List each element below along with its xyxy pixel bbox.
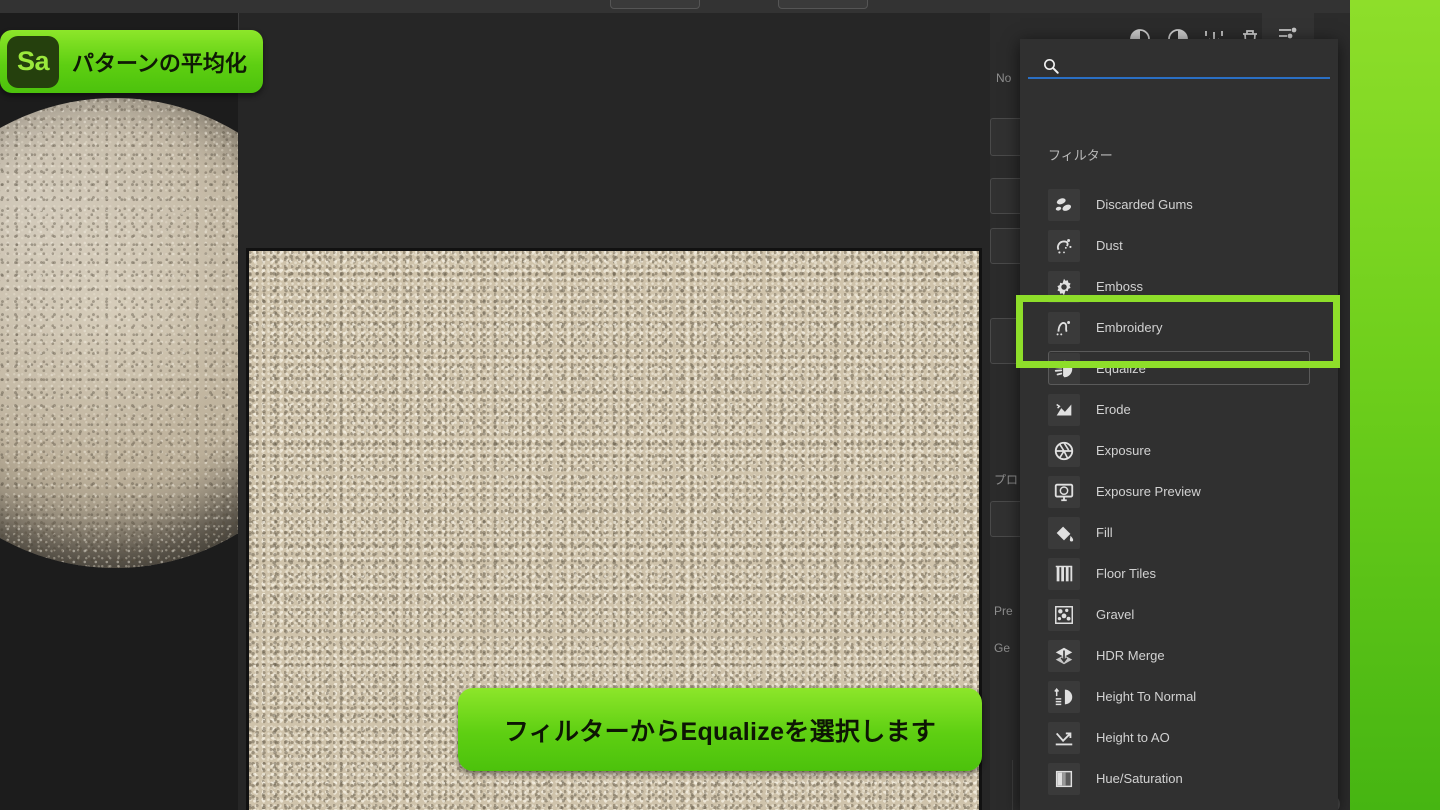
filter-item-hdr-merge[interactable]: HDR Merge — [1028, 635, 1338, 676]
gear-icon — [1048, 270, 1080, 303]
filter-item-label: Height to AO — [1096, 730, 1170, 745]
dust-icon — [1048, 229, 1080, 262]
filter-item-gravel[interactable]: Gravel — [1028, 594, 1338, 635]
embroidery-icon — [1048, 311, 1080, 344]
bottom-divider-left — [1012, 760, 1013, 810]
application-window: マテリアル出力 No プロ Pre — [0, 0, 1440, 810]
hue-saturation-icon — [1048, 762, 1080, 795]
blobs-icon — [1048, 188, 1080, 221]
3d-sphere-preview — [0, 98, 238, 568]
filter-item-label: Erode — [1096, 402, 1131, 417]
title-callout: Sa パターンの平均化 — [0, 30, 263, 93]
filter-item-label: Discarded Gums — [1096, 197, 1193, 212]
search-icon — [1042, 57, 1060, 75]
left-stub-label-props: プロ — [994, 473, 1019, 487]
filter-section-title: フィルター — [1048, 148, 1113, 163]
height-to-ao-icon — [1048, 721, 1080, 754]
filter-item-height-to-normal[interactable]: Height To Normal — [1028, 676, 1338, 717]
green-side-rail — [1350, 0, 1440, 810]
erode-icon — [1048, 393, 1080, 426]
caption-callout-text: フィルターからEqualizeを選択します — [503, 717, 937, 746]
top-toolbar-strip — [0, 0, 1440, 13]
substance-logo-badge: Sa — [7, 35, 59, 88]
height-to-normal-icon — [1048, 680, 1080, 713]
paint-bucket-icon — [1048, 516, 1080, 549]
caption-callout: フィルターからEqualizeを選択します — [458, 688, 982, 771]
floor-tiles-icon — [1048, 557, 1080, 590]
left-stub-label-ge: Ge — [994, 641, 1011, 655]
filter-item-fill[interactable]: Fill — [1028, 512, 1338, 553]
filter-dropdown-popup: フィルター Discarded Gums Dust Emboss Embroidery… — [1020, 39, 1338, 810]
filter-item-label: Emboss — [1096, 279, 1143, 294]
filter-item-label: HDR Merge — [1096, 648, 1165, 663]
filter-item-label: Exposure — [1096, 443, 1151, 458]
toolbar-widget-1[interactable] — [610, 0, 700, 9]
filter-item-floor-tiles[interactable]: Floor Tiles — [1028, 553, 1338, 594]
filter-item-hue-saturation[interactable]: Hue/Saturation — [1028, 758, 1338, 799]
monitor-aperture-icon — [1048, 475, 1080, 508]
filter-item-label: Fill — [1096, 525, 1113, 540]
filter-item-embroidery[interactable]: Embroidery — [1028, 307, 1338, 348]
filter-item-exposure-preview[interactable]: Exposure Preview — [1028, 471, 1338, 512]
filter-item-label: Dust — [1096, 238, 1123, 253]
filter-item-erode[interactable]: Erode — [1028, 389, 1338, 430]
3d-viewport[interactable] — [0, 13, 238, 810]
search-row — [1028, 53, 1330, 91]
search-input[interactable] — [1066, 56, 1328, 78]
filter-item-selection-outline — [1048, 351, 1310, 385]
filter-item-discarded-gums[interactable]: Discarded Gums — [1028, 184, 1338, 225]
filter-list[interactable]: Discarded Gums Dust Emboss Embroidery Equali… — [1028, 184, 1338, 804]
left-stub-label-top: No — [996, 71, 1012, 85]
gravel-icon — [1048, 598, 1080, 631]
filter-item-dust[interactable]: Dust — [1028, 225, 1338, 266]
search-underline — [1028, 77, 1330, 79]
filter-item-label: Exposure Preview — [1096, 484, 1201, 499]
filter-item-exposure[interactable]: Exposure — [1028, 430, 1338, 471]
filter-item-label: Height To Normal — [1096, 689, 1197, 704]
filter-item-label: Floor Tiles — [1096, 566, 1156, 581]
filter-item-emboss[interactable]: Emboss — [1028, 266, 1338, 307]
filter-item-label: Embroidery — [1096, 320, 1163, 335]
filter-item-label: Gravel — [1096, 607, 1135, 622]
filter-item-label: Hue/Saturation — [1096, 771, 1183, 786]
sphere-grain-overlay — [0, 98, 238, 568]
toolbar-widget-2[interactable] — [778, 0, 868, 9]
hdr-merge-icon — [1048, 639, 1080, 672]
title-callout-text: パターンの平均化 — [72, 50, 247, 76]
aperture-icon — [1048, 434, 1080, 467]
filter-item-equalize[interactable]: Equalize — [1028, 348, 1338, 389]
left-stub-label-pre: Pre — [994, 604, 1013, 618]
filter-item-height-to-ao[interactable]: Height to AO — [1028, 717, 1338, 758]
